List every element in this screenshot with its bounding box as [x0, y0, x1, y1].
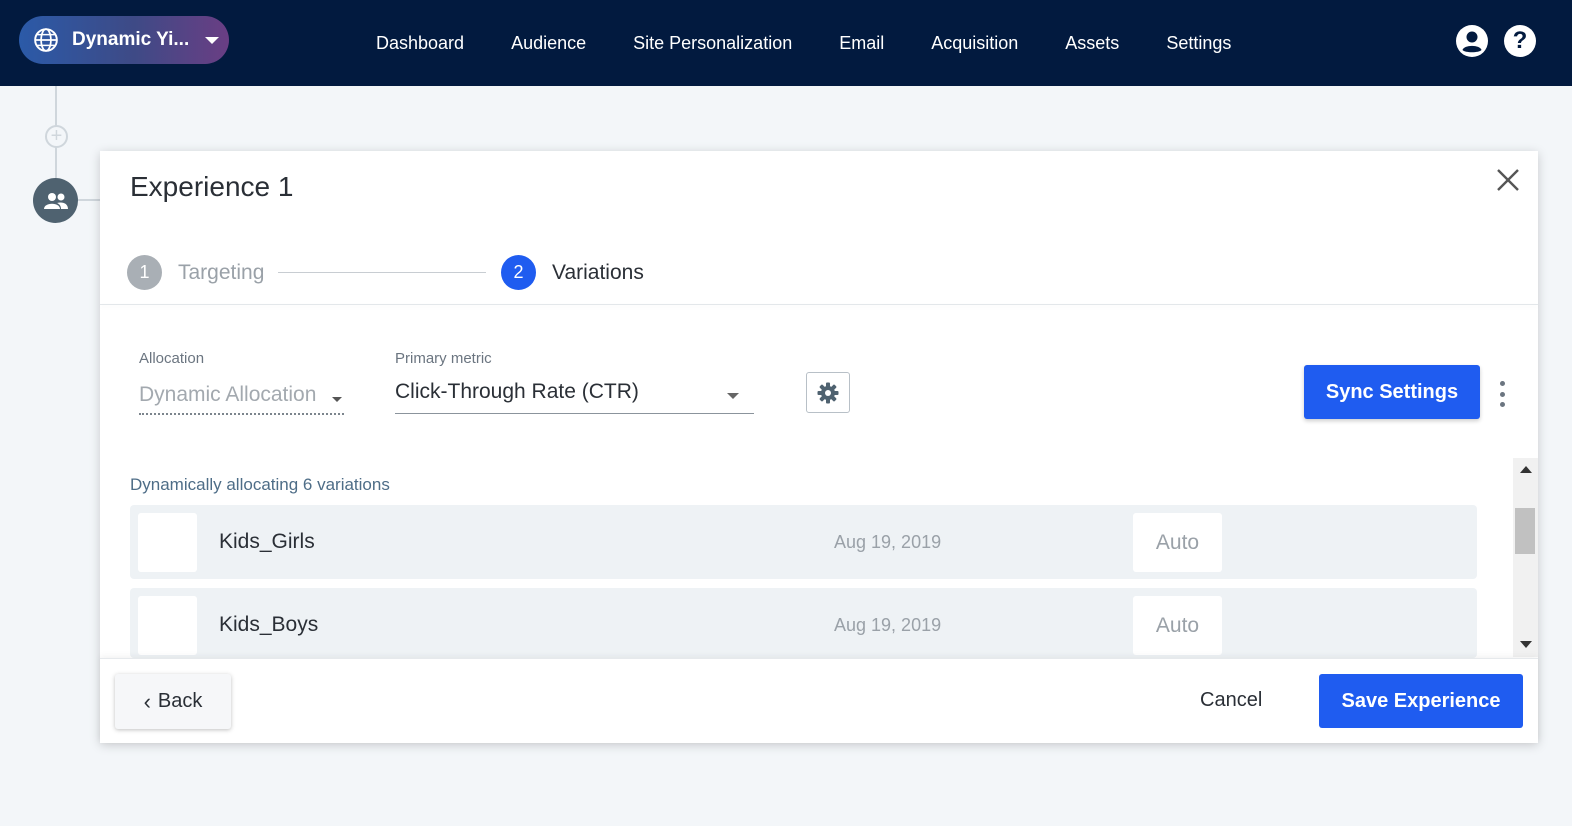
variation-name: Kids_Girls	[219, 530, 315, 553]
user-account-icon[interactable]	[1456, 25, 1488, 57]
scroll-thumb[interactable]	[1515, 508, 1535, 554]
close-icon[interactable]	[1495, 167, 1521, 193]
variation-thumbnail	[138, 513, 197, 572]
nav-dashboard[interactable]: Dashboard	[376, 33, 464, 54]
scroll-up-arrow[interactable]	[1520, 466, 1532, 473]
nav-acquisition[interactable]: Acquisition	[931, 33, 1018, 54]
globe-icon	[34, 28, 58, 52]
variations-scrollbar[interactable]	[1513, 458, 1538, 657]
site-selector[interactable]: Dynamic Yi...	[19, 16, 229, 64]
variation-row[interactable]: Kids_Boys Aug 19, 2019 Auto	[130, 588, 1477, 658]
nav-site-personalization[interactable]: Site Personalization	[633, 33, 792, 54]
divider	[100, 304, 1538, 305]
nav-audience[interactable]: Audience	[511, 33, 586, 54]
scroll-down-arrow[interactable]	[1520, 641, 1532, 648]
gear-icon	[817, 382, 839, 403]
audience-node[interactable]	[33, 178, 78, 223]
allocation-summary: Dynamically allocating 6 variations	[130, 475, 390, 494]
step-variations[interactable]: Variations	[552, 261, 644, 285]
nav-assets[interactable]: Assets	[1065, 33, 1119, 54]
site-name: Dynamic Yi...	[72, 29, 190, 50]
top-navigation-bar: Dynamic Yi... Dashboard Audience Site Pe…	[0, 0, 1572, 86]
variation-name: Kids_Boys	[219, 613, 319, 636]
metric-settings-button[interactable]	[806, 372, 850, 413]
flow-connector	[78, 199, 100, 201]
back-button-label: Back	[157, 690, 203, 712]
variation-thumbnail	[138, 596, 197, 655]
experience-modal: Experience 1 1 Targeting 2 Variations Al…	[100, 151, 1538, 743]
variation-allocation[interactable]: Auto	[1133, 513, 1222, 572]
chevron-down-icon	[332, 397, 342, 402]
chevron-down-icon	[727, 393, 739, 399]
variation-date: Aug 19, 2019	[834, 615, 942, 635]
primary-metric-select[interactable]: Click-Through Rate (CTR)	[395, 380, 754, 414]
step-number[interactable]: 2	[501, 255, 536, 290]
users-icon	[43, 192, 68, 209]
nav-email[interactable]: Email	[839, 33, 884, 54]
variation-row[interactable]: Kids_Girls Aug 19, 2019 Auto	[130, 505, 1477, 579]
allocation-label: Allocation	[139, 350, 205, 367]
allocation-dropdown[interactable]: Dynamic Allocation	[139, 383, 344, 415]
chevron-down-icon	[205, 36, 220, 44]
variation-date: Aug 19, 2019	[834, 532, 942, 552]
primary-metric-label: Primary metric	[395, 350, 492, 367]
nav-settings[interactable]: Settings	[1166, 33, 1231, 54]
sync-settings-button[interactable]: Sync Settings	[1304, 365, 1480, 419]
add-step-icon[interactable]: +	[45, 125, 68, 148]
modal-title: Experience 1	[130, 171, 294, 202]
step-connector	[278, 272, 486, 273]
variation-allocation[interactable]: Auto	[1133, 596, 1222, 655]
chevron-left-icon: ‹	[143, 688, 151, 714]
modal-footer: ‹ Back Cancel Save Experience	[100, 658, 1538, 743]
help-icon[interactable]: ?	[1504, 25, 1536, 57]
cancel-button[interactable]: Cancel	[1200, 689, 1262, 712]
step-number[interactable]: 1	[127, 255, 162, 290]
more-options-icon[interactable]	[1496, 381, 1508, 407]
stepper: 1 Targeting 2 Variations	[127, 255, 727, 290]
main-nav: Dashboard Audience Site Personalization …	[376, 0, 1278, 86]
back-button[interactable]: ‹ Back	[115, 674, 231, 729]
step-targeting[interactable]: Targeting	[178, 261, 264, 285]
save-experience-button[interactable]: Save Experience	[1319, 674, 1523, 728]
